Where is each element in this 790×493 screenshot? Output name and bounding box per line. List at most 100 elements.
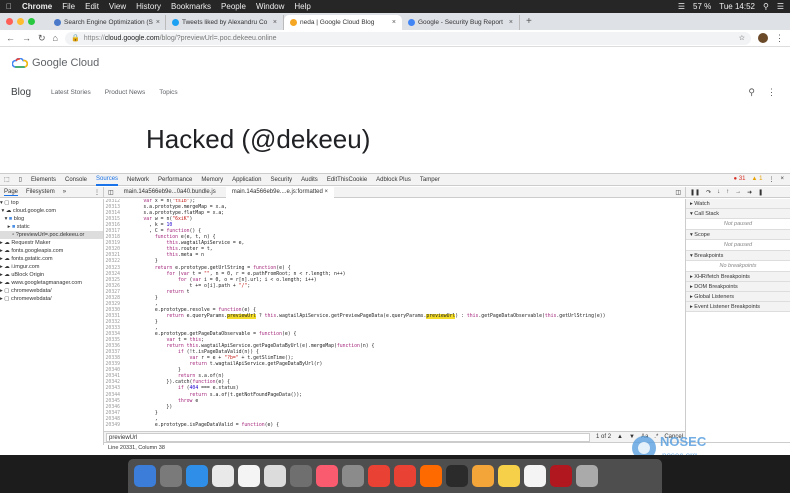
tab-application[interactable]: Application — [232, 177, 261, 183]
nav-topics[interactable]: Topics — [159, 89, 177, 96]
menu-app-name[interactable]: Chrome — [22, 2, 52, 11]
dock-app-icon[interactable] — [212, 465, 234, 487]
dock-app-icon[interactable] — [576, 465, 598, 487]
nav-latest-stories[interactable]: Latest Stories — [51, 89, 91, 96]
toggle-navigator-icon[interactable]: ◫ — [104, 189, 114, 196]
tree-item[interactable]: ▸ ☁ i.imgur.com — [0, 263, 103, 271]
tab-sources[interactable]: Sources — [96, 174, 119, 186]
tree-item[interactable]: ▾ ■ blog — [0, 215, 103, 223]
deactivate-breakpoints-icon[interactable]: ➜ — [747, 189, 752, 196]
devtools-menu-icon[interactable]: ⋮ — [768, 176, 774, 183]
dock-app-icon[interactable] — [498, 465, 520, 487]
clock[interactable]: Tue 14:52 — [719, 2, 755, 11]
sidebar-section-header[interactable]: ▾ Call Stack — [686, 209, 790, 219]
code-editor[interactable]: 20312 var x = n("ts1b"); 20313 s.a.protot… — [104, 199, 685, 431]
tree-item[interactable]: ▸ ☁ www.googletagmanager.com — [0, 279, 103, 287]
menu-help[interactable]: Help — [294, 2, 310, 11]
tree-item[interactable]: ▸ ☁ uBlock Origin — [0, 271, 103, 279]
tab-editthiscookie[interactable]: EditThisCookie — [327, 177, 367, 183]
search-icon[interactable]: ⚲ — [763, 2, 769, 11]
google-cloud-logo[interactable]: Google Cloud — [12, 57, 99, 69]
tab-audits[interactable]: Audits — [301, 177, 318, 183]
device-toolbar-icon[interactable]: ▯ — [19, 176, 22, 183]
sidebar-section-header[interactable]: ▾ Scope — [686, 230, 790, 240]
sidebar-section-header[interactable]: ▾ Breakpoints — [686, 251, 790, 261]
home-icon[interactable]: ⌂ — [53, 33, 58, 43]
sidebar-section-header[interactable]: ▸ Global Listeners — [686, 292, 790, 302]
code-line[interactable]: 20331 return e.queryParams.previewUrl ? … — [104, 313, 685, 320]
browser-tab-active[interactable]: neda | Google Cloud Blog × — [284, 15, 402, 30]
browser-tab[interactable]: Search Engine Optimization (S × — [48, 15, 166, 30]
search-input[interactable]: previewUrl — [106, 432, 591, 442]
dock-app-icon[interactable] — [550, 465, 572, 487]
tree-item[interactable]: ▸ ■ static — [0, 223, 103, 231]
tab-performance[interactable]: Performance — [158, 177, 192, 183]
menu-history[interactable]: History — [136, 2, 161, 11]
dock-app-icon[interactable] — [472, 465, 494, 487]
browser-tab[interactable]: Tweets liked by Alexandru Co × — [166, 15, 284, 30]
dock-app-icon[interactable] — [316, 465, 338, 487]
tab-network[interactable]: Network — [127, 177, 149, 183]
tree-item-selected[interactable]: ▫ ?previewUrl=.poc.dekeeu.or — [0, 231, 103, 239]
tree-item[interactable]: ▾ ▢ top — [0, 199, 103, 207]
wifi-icon[interactable]: ☰ — [678, 2, 685, 11]
error-count[interactable]: ● 31 — [734, 176, 746, 183]
close-devtools-icon[interactable]: × — [780, 176, 784, 183]
close-tab-icon[interactable]: × — [392, 19, 396, 26]
file-tab-active[interactable]: main.14a566eb9e....e.js:formatted × — [225, 186, 334, 198]
step-out-icon[interactable]: ↑ — [726, 189, 729, 195]
warning-count[interactable]: ▲ 1 — [752, 176, 763, 183]
close-tab-icon[interactable]: × — [156, 19, 160, 26]
sidebar-section-header[interactable]: ▸ Event Listener Breakpoints — [686, 302, 790, 312]
menu-edit[interactable]: Edit — [85, 2, 99, 11]
tree-item[interactable]: ▸ ☁ fonts.googleapis.com — [0, 247, 103, 255]
prev-match-icon[interactable]: ▲ — [617, 434, 623, 440]
tree-item[interactable]: ▸ ☁ Requestr Maker — [0, 239, 103, 247]
tab-console[interactable]: Console — [65, 177, 87, 183]
forward-icon[interactable]: → — [22, 33, 31, 43]
tab-elements[interactable]: Elements — [31, 177, 56, 183]
menu-list-icon[interactable]: ☰ — [777, 2, 784, 11]
step-over-icon[interactable]: ↷ — [706, 189, 711, 196]
dock-app-icon[interactable] — [238, 465, 260, 487]
inspect-icon[interactable]: ⬚ — [4, 176, 10, 183]
sidebar-section-header[interactable]: ▸ Watch — [686, 199, 790, 209]
dock-app-icon[interactable] — [394, 465, 416, 487]
address-bar[interactable]: 🔒 https://cloud.google.com/blog/?preview… — [64, 31, 751, 45]
close-tab-icon[interactable]: × — [509, 19, 513, 26]
file-tab[interactable]: main.14a566eb9e...0a40.bundle.js — [118, 187, 222, 198]
new-tab-icon[interactable]: + — [520, 15, 538, 30]
dock-app-icon[interactable] — [160, 465, 182, 487]
tab-security[interactable]: Security — [270, 177, 292, 183]
tab-page[interactable]: Page — [4, 189, 19, 196]
sidebar-section-header[interactable]: ▸ DOM Breakpoints — [686, 282, 790, 292]
tree-item[interactable]: ▸ ▢ chromewebdata/ — [0, 287, 103, 295]
step-into-icon[interactable]: ↓ — [717, 189, 720, 195]
dock-app-icon[interactable] — [264, 465, 286, 487]
step-icon[interactable]: → — [735, 189, 741, 195]
dock-app-icon[interactable] — [290, 465, 312, 487]
close-file-icon[interactable]: × — [324, 189, 328, 195]
dock-app-icon[interactable] — [134, 465, 156, 487]
dock-app-icon[interactable] — [342, 465, 364, 487]
dock-app-icon[interactable] — [420, 465, 442, 487]
star-icon[interactable]: ☆ — [739, 34, 745, 42]
tab-filesystem[interactable]: Filesystem — [26, 189, 55, 195]
pause-icon[interactable]: ❚❚ — [690, 189, 700, 196]
code-line[interactable]: 20349 e.prototype.isPageDataValid = func… — [104, 423, 685, 429]
zoom-window-icon[interactable] — [28, 18, 35, 25]
profile-avatar[interactable] — [758, 33, 768, 43]
line-number[interactable]: 20349 — [104, 423, 126, 429]
tab-adblock-plus[interactable]: Adblock Plus — [376, 177, 411, 183]
menu-bookmarks[interactable]: Bookmarks — [171, 2, 211, 11]
tab-tamper[interactable]: Tamper — [420, 177, 440, 183]
dock-app-icon[interactable] — [186, 465, 208, 487]
sidebar-section-header[interactable]: ▸ XHR/fetch Breakpoints — [686, 272, 790, 282]
tree-item[interactable]: ▸ ▢ chromewebdata/ — [0, 295, 103, 303]
dock-app-icon[interactable] — [446, 465, 468, 487]
menu-file[interactable]: File — [62, 2, 75, 11]
close-tab-icon[interactable]: × — [273, 19, 277, 26]
reload-icon[interactable]: ↻ — [38, 33, 46, 44]
more-icon[interactable]: ⋮ — [767, 87, 776, 98]
menu-view[interactable]: View — [109, 2, 126, 11]
